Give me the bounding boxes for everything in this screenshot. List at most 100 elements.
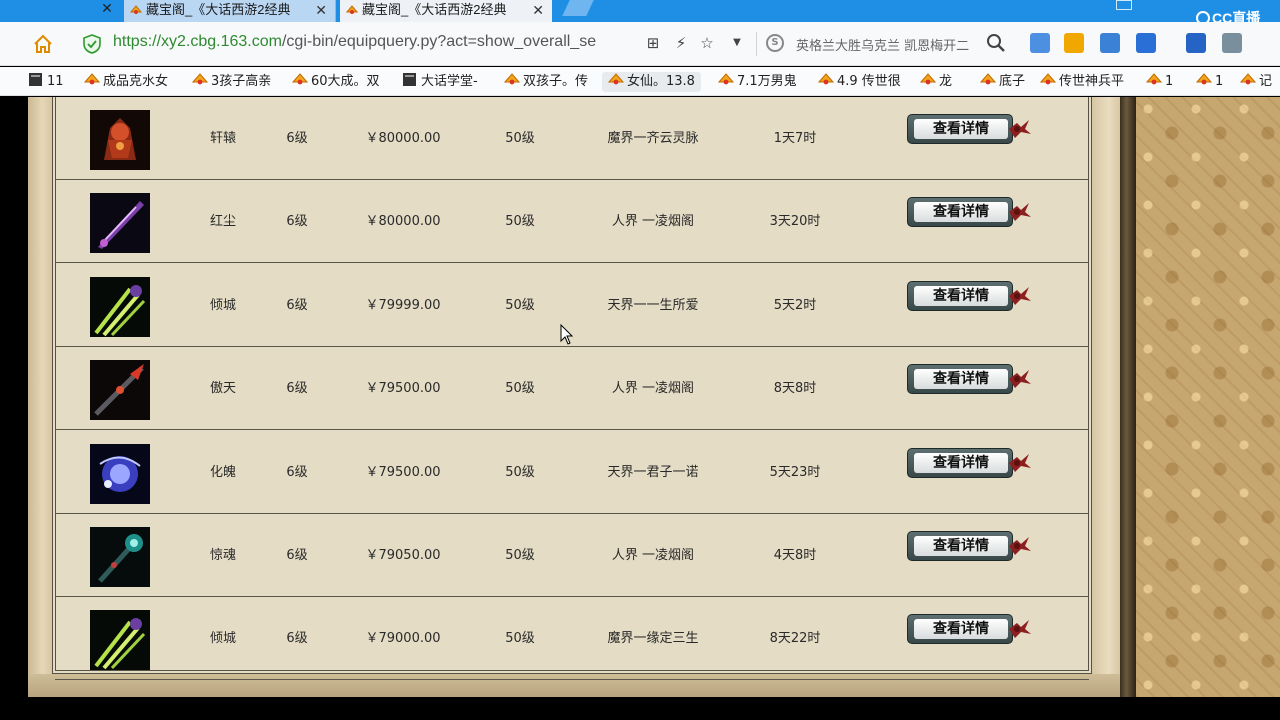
bookmark-item[interactable]: 4.9 传世很 bbox=[818, 72, 901, 92]
bookmark-item[interactable]: 7.1万男鬼 bbox=[718, 72, 797, 92]
bookmark-label: 4.9 传世很 bbox=[837, 74, 901, 89]
bookmark-item[interactable]: 记 bbox=[1240, 72, 1272, 92]
tab-close-icon[interactable]: ✕ bbox=[315, 0, 327, 20]
view-details-button[interactable]: 查看详情 bbox=[907, 614, 1033, 645]
bookmark-item[interactable]: 双孩子。传 bbox=[504, 72, 588, 92]
equipment-name: 傲天 bbox=[209, 381, 236, 397]
search-icon[interactable] bbox=[986, 33, 1006, 53]
time-remaining: 1天7时 bbox=[773, 131, 817, 146]
bookmark-item[interactable]: 大话学堂- bbox=[402, 72, 478, 92]
bookmark-item[interactable]: 龙 bbox=[920, 72, 952, 92]
cbg-favicon-icon bbox=[718, 73, 734, 85]
bookmark-label: 记 bbox=[1259, 74, 1273, 89]
equipment-thumbnail[interactable] bbox=[90, 610, 150, 671]
view-details-button[interactable]: 查看详情 bbox=[907, 114, 1033, 144]
close-icon[interactable]: ✕ bbox=[98, 0, 116, 20]
cbg-favicon-icon bbox=[1240, 73, 1256, 85]
view-details-button[interactable]: 查看详情 bbox=[907, 364, 1033, 395]
equipment-thumbnail[interactable] bbox=[90, 276, 150, 337]
tab-strip: ✕ 藏宝阁_《大话西游2经典 ✕ 藏宝阁_《大话西游2经典 ✕ CC直播 bbox=[0, 0, 1280, 26]
time-remaining: 8天8时 bbox=[773, 381, 817, 397]
bookmark-item[interactable]: 成品克水女 bbox=[84, 72, 168, 92]
button-label: 查看详情 bbox=[914, 285, 1008, 306]
bookmark-item[interactable]: 3孩子高亲 bbox=[192, 72, 271, 92]
bookmark-label: 60大成。双 bbox=[311, 74, 380, 89]
ribbon-icon bbox=[1009, 537, 1031, 555]
lightning-icon[interactable]: ⚡ bbox=[672, 34, 690, 52]
equipment-thumbnail[interactable] bbox=[90, 110, 150, 170]
equipment-name: 倾城 bbox=[209, 297, 236, 313]
equipment-level: 6级 bbox=[286, 131, 308, 146]
view-details-button[interactable]: 查看详情 bbox=[907, 280, 1033, 311]
equipment-thumbnail[interactable] bbox=[90, 193, 150, 254]
search-engine-icon[interactable]: S bbox=[766, 34, 784, 52]
extension-icon[interactable] bbox=[1030, 33, 1050, 53]
button-frame: 查看详情 bbox=[907, 197, 1013, 228]
scissors-icon[interactable] bbox=[1222, 33, 1242, 53]
equipment-price: ￥79999.00 bbox=[365, 297, 441, 313]
bookmark-item[interactable]: 1 bbox=[1146, 72, 1173, 92]
bookmark-item[interactable]: 女仙。13.8 bbox=[602, 72, 701, 92]
equipment-thumbnail[interactable] bbox=[90, 527, 150, 587]
table-row: 轩辕 6级 ￥80000.00 50级 魔界一齐云灵脉 1天7时 查看详情 bbox=[55, 97, 1089, 180]
grid-icon[interactable]: ⊞ bbox=[644, 34, 662, 52]
cbg-favicon-icon bbox=[1196, 73, 1212, 85]
url-field[interactable]: https://xy2.cbg.163.com/cgi-bin/equipque… bbox=[113, 33, 635, 55]
server-name: 人界 一凌烟阁 bbox=[611, 214, 695, 230]
bookmark-item[interactable]: 底子 bbox=[980, 72, 1025, 92]
page-icon bbox=[403, 73, 416, 86]
tab-title: 藏宝阁_《大话西游2经典 bbox=[146, 2, 291, 17]
button-label: 查看详情 bbox=[914, 619, 1008, 640]
ribbon-icon bbox=[1009, 203, 1031, 222]
server-name: 魔界一缘定三生 bbox=[607, 631, 699, 647]
home-icon[interactable] bbox=[32, 33, 54, 55]
url-path: /cgi-bin/equipquery.py?act=show_overall_… bbox=[281, 33, 597, 50]
decorative-background bbox=[1136, 97, 1280, 697]
equipment-thumbnail[interactable] bbox=[90, 443, 150, 504]
cbg-favicon-icon bbox=[818, 73, 834, 85]
view-details-button[interactable]: 查看详情 bbox=[907, 447, 1033, 478]
time-remaining: 3天20时 bbox=[769, 214, 821, 230]
security-shield-icon[interactable] bbox=[83, 34, 101, 54]
ribbon-icon bbox=[1009, 370, 1031, 389]
tab-inactive[interactable]: 藏宝阁_《大话西游2经典 ✕ bbox=[124, 0, 336, 22]
key-icon[interactable] bbox=[1064, 33, 1084, 53]
new-tab-button[interactable] bbox=[562, 0, 594, 16]
equipment-image bbox=[90, 360, 150, 421]
search-input[interactable]: 英格兰大胜乌克兰 凯恩梅开二 bbox=[796, 35, 978, 54]
bookmark-item[interactable]: 11 bbox=[28, 72, 64, 92]
table-row: 傲天 6级 ￥79500.00 50级 人界 一凌烟阁 8天8时 查看详情 bbox=[55, 347, 1089, 431]
left-margin bbox=[0, 97, 28, 697]
cbg-favicon-icon bbox=[1040, 73, 1056, 85]
bookmark-item[interactable]: 1 bbox=[1196, 72, 1223, 92]
tab-close-icon[interactable]: ✕ bbox=[532, 0, 544, 20]
time-remaining: 5天23时 bbox=[769, 464, 821, 480]
view-details-button[interactable]: 查看详情 bbox=[907, 531, 1033, 561]
equipment-image bbox=[90, 527, 150, 587]
cbg-favicon-icon bbox=[130, 5, 142, 14]
bookmark-label: 7.1万男鬼 bbox=[737, 74, 797, 89]
bookmark-label: 1 bbox=[1215, 74, 1224, 89]
equipment-level: 6级 bbox=[286, 548, 308, 563]
chevron-down-icon[interactable]: ▼ bbox=[728, 34, 746, 52]
star-icon[interactable]: ☆ bbox=[698, 34, 716, 52]
translate-icon[interactable] bbox=[1100, 33, 1120, 53]
bookmark-item[interactable]: 60大成。双 bbox=[292, 72, 380, 92]
cbg-favicon-icon bbox=[504, 73, 520, 85]
button-frame: 查看详情 bbox=[907, 114, 1013, 144]
equipment-thumbnail[interactable] bbox=[90, 360, 150, 421]
word-icon[interactable] bbox=[1136, 33, 1156, 53]
view-details-button[interactable]: 查看详情 bbox=[907, 197, 1033, 228]
bookmarks-bar: 11 成品克水女 3孩子高亲 60大成。双 大话学堂- 双孩子。传 女仙。13.8 7.1万男… bbox=[0, 67, 1280, 96]
bookmark-label: 底子 bbox=[999, 74, 1026, 89]
equipment-name: 红尘 bbox=[209, 214, 236, 230]
page-frame bbox=[1120, 97, 1136, 697]
page-viewport: 轩辕 6级 ￥80000.00 50级 魔界一齐云灵脉 1天7时 查看详情 红尘 6级 ￥8000… bbox=[0, 97, 1280, 697]
bookmark-item[interactable]: 传世神兵平 bbox=[1040, 72, 1124, 92]
tab-active[interactable]: 藏宝阁_《大话西游2经典 ✕ bbox=[340, 0, 552, 22]
window-menu-icon[interactable] bbox=[1116, 0, 1132, 10]
equipment-level: 6级 bbox=[286, 631, 308, 647]
table-row: 红尘 6级 ￥80000.00 50级 人界 一凌烟阁 3天20时 查看详情 bbox=[55, 180, 1089, 264]
screen-icon[interactable] bbox=[1186, 33, 1206, 53]
equipment-level: 6级 bbox=[286, 381, 308, 397]
